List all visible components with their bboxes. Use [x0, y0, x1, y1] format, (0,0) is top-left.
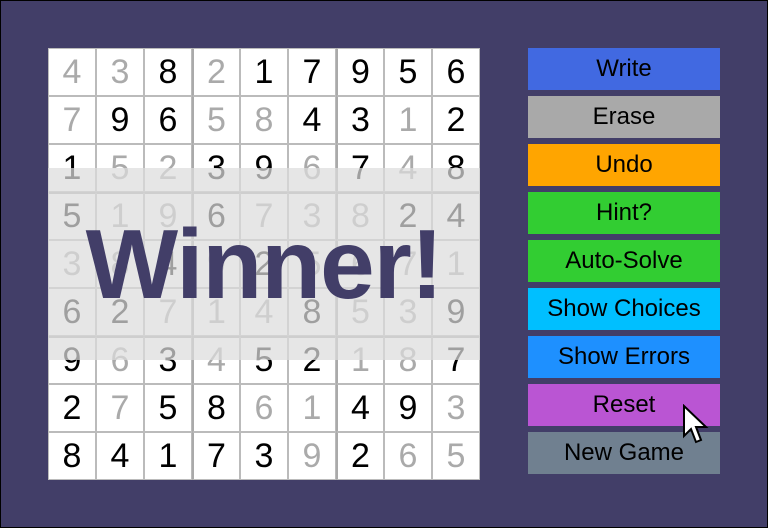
- grid-cell[interactable]: 6: [144, 96, 192, 144]
- hint-button[interactable]: Hint?: [528, 192, 720, 234]
- grid-cell[interactable]: 7: [192, 432, 240, 480]
- mouse-cursor-icon: [683, 404, 709, 444]
- grid-cell[interactable]: 7: [288, 48, 336, 96]
- grid-cell[interactable]: 3: [96, 48, 144, 96]
- grid-cell[interactable]: 9: [384, 384, 432, 432]
- grid-cell[interactable]: 2: [48, 384, 96, 432]
- grid-cell[interactable]: 6: [384, 432, 432, 480]
- grid-cell[interactable]: 3: [240, 432, 288, 480]
- grid-cell[interactable]: 7: [48, 96, 96, 144]
- grid-cell[interactable]: 3: [336, 96, 384, 144]
- auto-solve-button[interactable]: Auto-Solve: [528, 240, 720, 282]
- grid-cell[interactable]: 9: [336, 48, 384, 96]
- write-button[interactable]: Write: [528, 48, 720, 90]
- grid-cell[interactable]: 6: [240, 384, 288, 432]
- grid-cell[interactable]: 5: [384, 48, 432, 96]
- grid-cell[interactable]: 7: [96, 384, 144, 432]
- grid-cell[interactable]: 2: [336, 432, 384, 480]
- grid-cell[interactable]: 5: [144, 384, 192, 432]
- erase-button[interactable]: Erase: [528, 96, 720, 138]
- grid-cell[interactable]: 2: [432, 96, 480, 144]
- grid-cell[interactable]: 8: [240, 96, 288, 144]
- grid-cell[interactable]: 6: [432, 48, 480, 96]
- grid-cell[interactable]: 5: [192, 96, 240, 144]
- grid-cell[interactable]: 8: [48, 432, 96, 480]
- grid-cell[interactable]: 1: [144, 432, 192, 480]
- grid-cell[interactable]: 4: [96, 432, 144, 480]
- grid-cell[interactable]: 8: [192, 384, 240, 432]
- grid-cell[interactable]: 8: [144, 48, 192, 96]
- grid-cell[interactable]: 1: [240, 48, 288, 96]
- grid-cell[interactable]: 9: [96, 96, 144, 144]
- show-choices-button[interactable]: Show Choices: [528, 288, 720, 330]
- winner-overlay: Winner!: [48, 168, 480, 360]
- show-errors-button[interactable]: Show Errors: [528, 336, 720, 378]
- grid-cell[interactable]: 9: [288, 432, 336, 480]
- grid-cell[interactable]: 3: [432, 384, 480, 432]
- grid-cell[interactable]: 1: [288, 384, 336, 432]
- grid-cell[interactable]: 4: [288, 96, 336, 144]
- grid-cell[interactable]: 5: [432, 432, 480, 480]
- winner-message: Winner!: [85, 208, 444, 319]
- grid-cell[interactable]: 4: [48, 48, 96, 96]
- grid-cell[interactable]: 4: [336, 384, 384, 432]
- grid-cell[interactable]: 2: [192, 48, 240, 96]
- grid-cell[interactable]: 1: [384, 96, 432, 144]
- undo-button[interactable]: Undo: [528, 144, 720, 186]
